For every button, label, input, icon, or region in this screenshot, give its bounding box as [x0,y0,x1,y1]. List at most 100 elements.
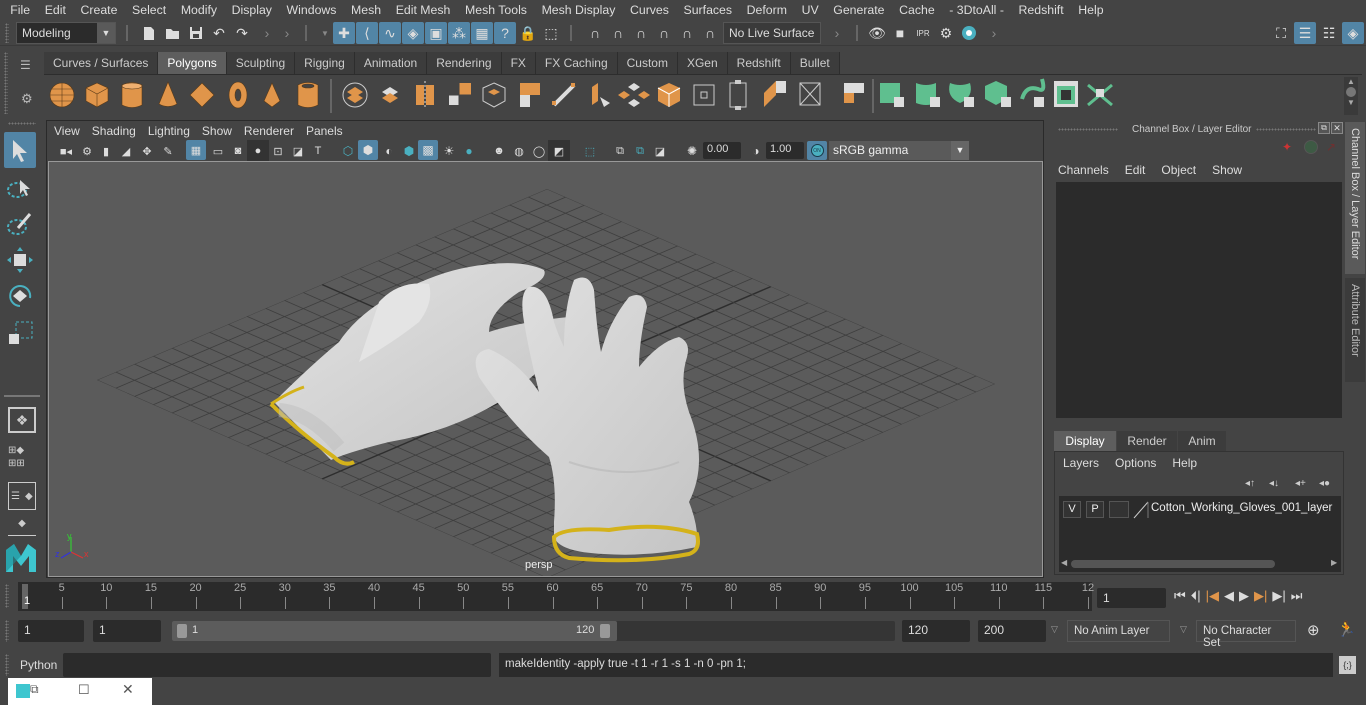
menu-select[interactable]: Select [125,3,174,17]
le-menu-help[interactable]: Help [1172,456,1197,470]
vp-menu-lighting[interactable]: Lighting [142,124,196,138]
cut-uv-icon[interactable] [1087,83,1113,107]
save-scene-icon[interactable] [185,22,207,44]
spherical-uv-icon[interactable] [949,83,974,107]
vp-menu-panels[interactable]: Panels [300,124,349,138]
append-polygon-icon[interactable] [657,83,681,107]
cb-menu-object[interactable]: Object [1161,163,1196,177]
xray-icon[interactable]: ⬢ [398,140,420,162]
move-layer-down-icon[interactable]: ◂↓ [1269,478,1279,489]
reduce-icon[interactable] [482,82,506,108]
go-to-end-icon[interactable]: ⏭ [1291,588,1303,604]
textured-icon[interactable]: ▩ [418,140,438,160]
planar-uv-icon[interactable] [880,83,904,107]
time-slider[interactable]: 1 5 10 15 20 25 30 35 40 45 50 55 60 65 70 75 80 85 90 95 1… [18,582,1094,611]
undo-icon[interactable]: ↶ [208,22,230,44]
menu-cache[interactable]: Cache [892,3,942,17]
shelf-tab-animation[interactable]: Animation [354,52,428,74]
step-forward-key-icon[interactable]: ▶| [1254,588,1267,604]
poly-cube-icon[interactable] [85,82,109,108]
drag-handle[interactable] [5,23,9,43]
render-settings-icon[interactable]: ⚙ [935,22,957,44]
single-view-layout-button[interactable]: ❖ [8,407,36,433]
merge-icon[interactable] [844,83,864,103]
lock-icon[interactable]: 🔒 [517,22,539,44]
gamma-field[interactable]: 1.00 [766,142,804,159]
shelf-tab-redshift[interactable]: Redshift [727,52,791,74]
collapse-icon[interactable] [799,82,821,106]
menu-generate[interactable]: Generate [826,3,892,17]
drag-handle[interactable] [1058,128,1118,131]
scroll-right-icon[interactable]: ▶ [1331,558,1337,567]
new-layer-icon[interactable]: ◂+ [1295,478,1306,489]
le-menu-options[interactable]: Options [1115,456,1156,470]
close-window-icon[interactable]: ✕ [122,681,134,698]
layer-name[interactable]: Cotton_Working_Gloves_001_layer [1151,502,1332,514]
vp-menu-renderer[interactable]: Renderer [238,124,300,138]
restore-icon[interactable]: ⧉ [30,682,39,697]
menu-edit[interactable]: Edit [37,3,73,17]
open-scene-icon[interactable] [162,22,184,44]
gamma-icon[interactable]: ◑ [745,140,767,162]
animation-start-field[interactable]: 1 [18,620,84,642]
layer-tab-render[interactable]: Render [1117,431,1177,451]
mode-dropdown[interactable]: Modeling ▼ [16,22,116,44]
menu-mesh[interactable]: Mesh [344,3,389,17]
safe-action-icon[interactable]: ◪ [287,140,309,162]
menu-3dtoall[interactable]: - 3DtoAll - [942,3,1011,17]
scroll-down-icon[interactable]: ▼ [1344,98,1358,107]
new-layer-selected-icon[interactable]: ◂● [1319,478,1330,489]
shadows-icon[interactable]: ● [458,140,480,162]
play-forwards-icon[interactable]: ▶ [1239,588,1249,604]
step-back-key-icon[interactable]: |◀ [1206,588,1219,604]
manipulator-axes-icon[interactable]: ✦ [1282,140,1292,154]
combine-icon[interactable] [342,82,368,108]
speed-mode-icon[interactable] [1304,140,1318,154]
select-rendering-icon[interactable]: ▦ [471,22,493,44]
persp-graph-layout-button[interactable]: ◆ [8,518,36,536]
attribute-editor-icon[interactable]: ☰ [1294,22,1316,44]
cb-menu-channels[interactable]: Channels [1058,163,1109,177]
mirror-icon[interactable] [416,81,434,109]
drag-handle[interactable] [1256,128,1316,131]
range-slider-bar[interactable] [172,621,617,641]
triangulate-icon[interactable] [520,83,540,107]
shelf-tab-fx-caching[interactable]: FX Caching [535,52,618,74]
ipr-render-icon[interactable]: IPR [912,22,934,44]
unfold-uv-icon[interactable] [1020,78,1046,107]
motion-blur-icon[interactable]: ◍ [508,140,530,162]
character-set-dropdown-arrow-icon[interactable]: ▽ [1180,624,1187,635]
select-deformation-icon[interactable]: ▣ [425,22,447,44]
modeling-toolkit-icon[interactable]: ⛶ [1270,22,1292,44]
rotate-tool-button[interactable] [6,282,34,313]
side-tab-channel-box[interactable]: Channel Box / Layer Editor [1345,122,1365,274]
hypershade-icon[interactable] [958,22,980,44]
shelf-menu-icon[interactable]: ☰ [20,58,31,72]
automatic-uv-icon[interactable] [985,81,1011,107]
layer-visibility-toggle[interactable]: V [1063,501,1081,518]
select-tool-button[interactable] [4,132,36,168]
shelf-tab-rigging[interactable]: Rigging [295,52,355,74]
select-camera-icon[interactable]: ■◂ [55,140,77,162]
shelf-tab-xgen[interactable]: XGen [677,52,728,74]
step-back-frame-icon[interactable]: ⏴︎| [1191,588,1201,604]
make-live-icon[interactable]: ∩ [699,22,721,44]
collapse-arrow-icon[interactable]: › [276,22,298,44]
select-by-joint-icon[interactable]: ⟨ [356,22,378,44]
render-view-icon[interactable]: 👁 [866,22,888,44]
play-backwards-icon[interactable]: ◀ [1224,588,1234,604]
playback-end-field[interactable]: 120 [902,620,970,642]
poly-pipe-icon[interactable] [297,82,319,108]
xray-active-icon[interactable]: ⧉ [629,140,651,162]
range-end-handle[interactable] [600,624,610,638]
command-input[interactable] [63,653,491,677]
layer-list-hscrollbar[interactable]: ◀ ▶ [1059,558,1341,570]
drag-handle[interactable] [5,584,9,608]
hyperbolic-icon[interactable]: ↗ [1326,140,1336,154]
backface-culling-icon[interactable]: ◪ [649,140,671,162]
extrude-icon[interactable] [592,83,610,107]
poly-cone-icon[interactable] [158,81,178,107]
layer-color-swatch-icon[interactable] [1133,501,1149,519]
use-all-lights-icon[interactable]: ☀ [438,140,460,162]
script-editor-icon[interactable]: {;} [1339,656,1356,674]
